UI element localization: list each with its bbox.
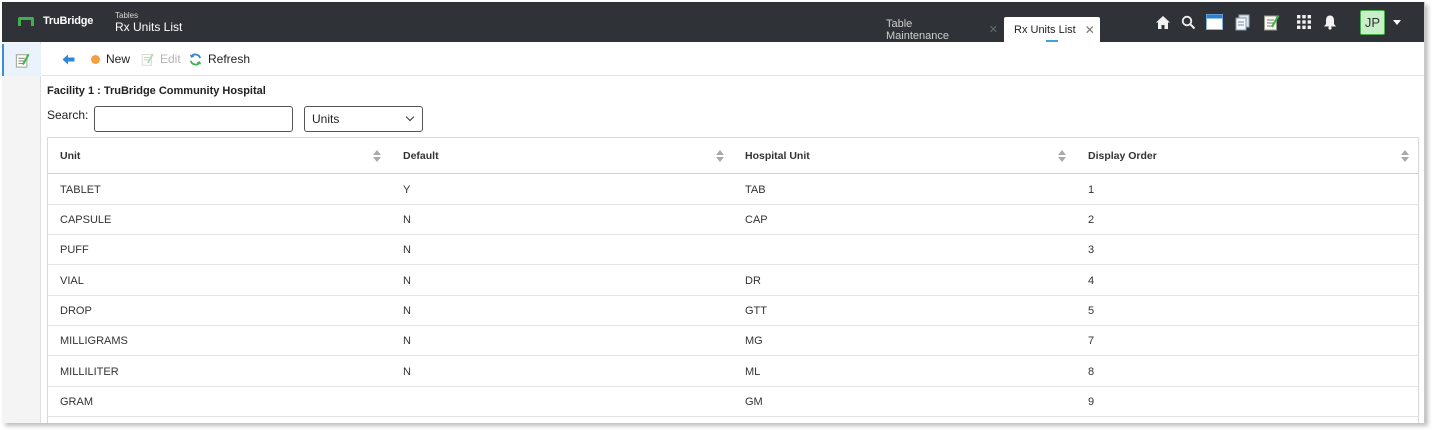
app-window: TruBridge Tables Rx Units List Table Mai…	[2, 2, 1425, 423]
cell-unit: MILLILITER	[60, 366, 119, 378]
chevron-down-icon	[405, 112, 415, 122]
cell-hospital-unit: MG	[745, 335, 763, 347]
cell-display-order: 8	[1088, 366, 1095, 378]
new-button-label: New	[106, 52, 131, 66]
cell-unit: GRAM	[60, 396, 93, 408]
table-header: Unit Default Hospital Unit Display Order	[48, 138, 1418, 174]
cell-hospital-unit: CAP	[745, 214, 768, 226]
edit-note-icon	[141, 53, 154, 66]
cell-hospital-unit: GM	[745, 396, 763, 408]
column-header-label: Unit	[60, 150, 81, 162]
cell-hospital-unit: ML	[745, 366, 761, 378]
edit-button[interactable]: Edit	[141, 51, 181, 67]
cell-default: N	[403, 305, 411, 317]
column-header-hospital-unit[interactable]: Hospital Unit	[745, 138, 810, 174]
cell-unit: CAPSULE	[60, 214, 112, 226]
cell-hospital-unit: TAB	[745, 184, 766, 196]
column-header-label: Hospital Unit	[745, 150, 810, 162]
apps-grid-icon[interactable]	[1295, 13, 1313, 31]
sort-icon[interactable]	[373, 150, 381, 162]
cell-default: N	[403, 335, 411, 347]
bell-icon[interactable]	[1321, 13, 1339, 31]
column-header-label: Default	[403, 150, 439, 162]
cell-display-order: 1	[1088, 184, 1095, 196]
rail-item-tables[interactable]	[2, 44, 41, 76]
sort-icon[interactable]	[716, 150, 724, 162]
cell-unit: TABLET	[60, 184, 101, 196]
search-label: Search:	[47, 108, 89, 122]
documents-icon[interactable]	[1233, 13, 1251, 31]
cell-hospital-unit: DR	[745, 275, 761, 287]
refresh-icon	[189, 53, 202, 65]
search-input[interactable]	[94, 106, 293, 132]
cell-unit: MILLIGRAMS	[60, 335, 128, 347]
cell-display-order: 9	[1088, 396, 1095, 408]
column-header-label: Display Order	[1088, 150, 1157, 162]
edit-button-label: Edit	[160, 52, 181, 66]
table-row[interactable]: VIAL N DR 4	[48, 266, 1418, 296]
cell-display-order: 2	[1088, 214, 1095, 226]
cell-unit: PUFF	[60, 244, 89, 256]
cell-display-order: 5	[1088, 305, 1095, 317]
cell-hospital-unit: GTT	[745, 305, 767, 317]
top-icon-bar	[2, 13, 1424, 33]
cell-display-order: 3	[1088, 244, 1095, 256]
refresh-button[interactable]: Refresh	[189, 51, 250, 67]
cell-unit: VIAL	[60, 275, 84, 287]
cell-default: N	[403, 214, 411, 226]
back-arrow-icon	[62, 54, 75, 64]
table-row[interactable]: TABLET Y TAB 1	[48, 175, 1418, 205]
table-row[interactable]: GRAM GM 9	[48, 387, 1418, 417]
facility-heading: Facility 1 : TruBridge Community Hospita…	[47, 85, 266, 97]
home-icon[interactable]	[1154, 13, 1172, 31]
window-icon[interactable]	[1205, 13, 1223, 31]
cell-unit: DROP	[60, 305, 92, 317]
sort-icon[interactable]	[1058, 150, 1066, 162]
chevron-down-icon[interactable]	[1393, 20, 1401, 25]
table-row[interactable]: MILLIGRAMS N MG 7	[48, 326, 1418, 356]
avatar[interactable]: JP	[1360, 10, 1385, 35]
column-header-display-order[interactable]: Display Order	[1088, 138, 1157, 174]
table-row[interactable]: PUFF N 3	[48, 235, 1418, 265]
cell-default: N	[403, 366, 411, 378]
edit-note-icon	[15, 53, 30, 68]
checklist-icon[interactable]	[1262, 13, 1280, 31]
new-button[interactable]: New	[91, 51, 130, 67]
table-row[interactable]: MILLILITER N ML 8	[48, 357, 1418, 387]
cell-default: Y	[403, 184, 411, 196]
cell-default: N	[403, 244, 411, 256]
sort-icon[interactable]	[1401, 150, 1409, 162]
toolbar: New Edit Refresh	[42, 42, 1424, 76]
new-dot-icon	[91, 54, 100, 64]
search-filter-select[interactable]: Units	[304, 106, 423, 132]
refresh-button-label: Refresh	[208, 52, 251, 66]
back-button[interactable]	[62, 51, 75, 67]
search-filter-value: Units	[312, 112, 340, 126]
search-icon[interactable]	[1179, 13, 1197, 31]
top-bar: TruBridge Tables Rx Units List Table Mai…	[2, 2, 1424, 42]
units-table: Unit Default Hospital Unit Display Order…	[47, 137, 1419, 423]
cell-display-order: 7	[1088, 335, 1095, 347]
column-header-default[interactable]: Default	[403, 138, 439, 174]
left-rail	[2, 42, 41, 423]
column-header-unit[interactable]: Unit	[60, 138, 80, 174]
table-row[interactable]: CAPSULE N CAP 2	[48, 205, 1418, 235]
cell-display-order: 4	[1088, 275, 1095, 287]
table-row[interactable]: DROP N GTT 5	[48, 296, 1418, 326]
cell-default: N	[403, 275, 411, 287]
